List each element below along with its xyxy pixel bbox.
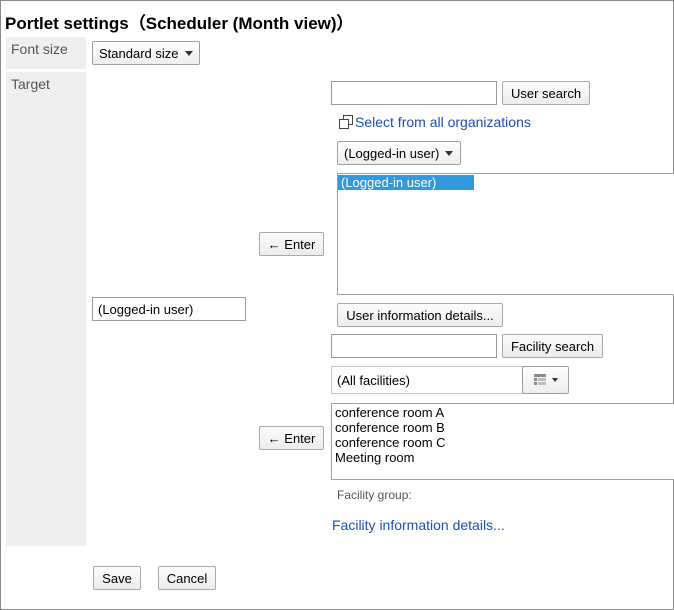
facility-search-input[interactable] — [331, 334, 497, 358]
facility-information-details-link[interactable]: Facility information details... — [332, 517, 505, 533]
portlet-settings-panel: Portlet settings（Scheduler (Month view)）… — [0, 0, 674, 610]
organization-selected-value: (Logged-in user) — [344, 145, 440, 161]
font-size-selected-value: Standard size — [99, 45, 179, 61]
user-enter-button[interactable]: ← Enter — [259, 232, 324, 256]
user-search-button[interactable]: User search — [502, 81, 590, 105]
facility-group-field[interactable]: (All facilities) — [331, 366, 523, 394]
target-current-value-field[interactable]: (Logged-in user) — [92, 297, 246, 321]
list-item[interactable]: conference room C — [332, 435, 674, 450]
facility-group-label: Facility group: — [337, 488, 412, 502]
select-all-organizations-label: Select from all organizations — [355, 114, 531, 130]
cancel-button[interactable]: Cancel — [158, 566, 216, 590]
user-search-input[interactable] — [331, 81, 497, 105]
chevron-down-icon — [445, 150, 454, 156]
facility-list[interactable]: conference room A conference room B conf… — [331, 403, 674, 480]
save-button[interactable]: Save — [93, 566, 141, 590]
chevron-down-icon — [552, 378, 558, 382]
user-information-details-button[interactable]: User information details... — [337, 303, 503, 327]
list-item[interactable]: (Logged-in user) — [338, 175, 474, 190]
facility-enter-button[interactable]: ← Enter — [259, 426, 324, 450]
target-label: Target — [6, 72, 86, 546]
organization-select[interactable]: (Logged-in user) — [337, 141, 461, 165]
page-title: Portlet settings（Scheduler (Month view)） — [5, 14, 354, 33]
font-size-label: Font size — [6, 37, 86, 69]
list-item[interactable]: conference room B — [332, 420, 674, 435]
chevron-down-icon — [184, 50, 193, 56]
select-all-organizations-link[interactable]: Select from all organizations — [339, 114, 531, 130]
list-item[interactable]: conference room A — [332, 405, 674, 420]
facility-tree-icon — [534, 374, 546, 385]
facility-group-picker-button[interactable] — [522, 366, 569, 394]
list-item[interactable]: Meeting room — [332, 450, 674, 465]
window-stack-icon — [339, 115, 353, 129]
font-size-select[interactable]: Standard size — [92, 41, 200, 65]
user-list[interactable]: (Logged-in user) — [337, 173, 674, 295]
facility-search-button[interactable]: Facility search — [502, 334, 603, 358]
